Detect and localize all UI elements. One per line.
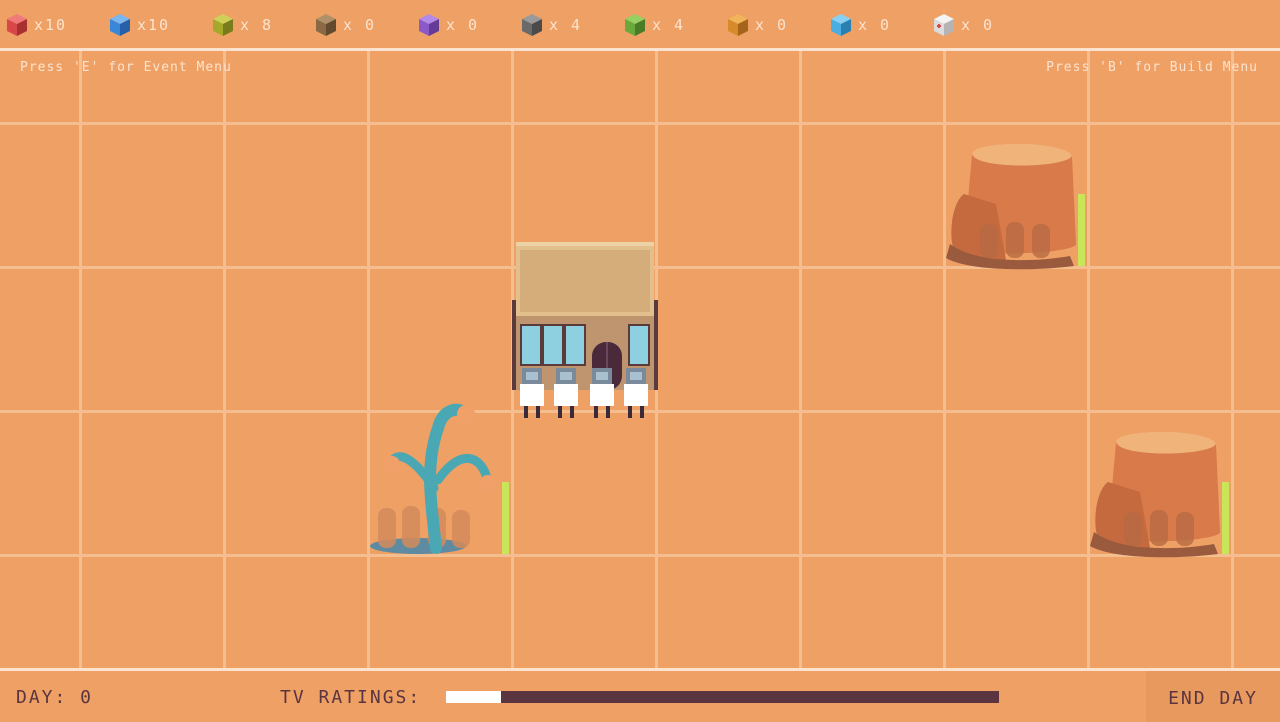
grid-line bbox=[367, 48, 370, 670]
resource-count: x 0 bbox=[858, 16, 892, 34]
brown-cube-icon bbox=[316, 14, 336, 36]
crew-member bbox=[520, 368, 544, 418]
resource-count: x 0 bbox=[343, 16, 377, 34]
resource-6: x 4 bbox=[624, 12, 685, 38]
resource-7: x 0 bbox=[727, 12, 788, 38]
tv-ratings-bar bbox=[446, 691, 999, 703]
grid-line bbox=[1231, 48, 1234, 670]
resource-3: x 0 bbox=[315, 12, 376, 38]
resource-bar: x10 x10 x 8 x 0 x 0 x 4 x 4 x 0 x 0 x 0 bbox=[0, 0, 1280, 51]
crew-member bbox=[554, 368, 578, 418]
green-cube-icon bbox=[625, 14, 645, 36]
resource-9: x 0 bbox=[933, 12, 994, 38]
rock-health-bar bbox=[1222, 482, 1229, 554]
resource-5: x 4 bbox=[521, 12, 582, 38]
rock-health-bar bbox=[1078, 194, 1085, 266]
blue-cube-icon bbox=[110, 14, 130, 36]
grid-line bbox=[1087, 48, 1090, 670]
resource-count: x10 bbox=[137, 16, 171, 34]
resource-count: x 4 bbox=[652, 16, 686, 34]
game-screen: x10 x10 x 8 x 0 x 0 x 4 x 4 x 0 x 0 x 0 … bbox=[0, 0, 1280, 722]
red-cube-icon bbox=[7, 14, 27, 36]
main-building[interactable] bbox=[512, 240, 660, 424]
cyan-cube-icon bbox=[831, 14, 851, 36]
resource-4: x 0 bbox=[418, 12, 479, 38]
orange-cube-icon bbox=[728, 14, 748, 36]
resource-8: x 0 bbox=[830, 12, 891, 38]
white-medkit-cube-icon bbox=[934, 14, 954, 36]
resource-1: x10 bbox=[109, 12, 170, 38]
grid-line bbox=[0, 122, 1280, 125]
resource-count: x 8 bbox=[240, 16, 274, 34]
resource-count: x 0 bbox=[446, 16, 480, 34]
event-menu-hint: Press 'E' for Event Menu bbox=[20, 60, 232, 75]
end-day-button[interactable]: END DAY bbox=[1146, 671, 1280, 722]
purple-cube-icon bbox=[419, 14, 439, 36]
olive-cube-icon bbox=[213, 14, 233, 36]
resource-count: x10 bbox=[34, 16, 68, 34]
resource-count: x 0 bbox=[961, 16, 995, 34]
gray-cube-icon bbox=[522, 14, 542, 36]
build-menu-hint: Press 'B' for Build Menu bbox=[1046, 60, 1258, 75]
tv-ratings-fill bbox=[446, 691, 502, 703]
tree-health-bar bbox=[502, 482, 509, 554]
grid-line bbox=[0, 554, 1280, 557]
alien-tree[interactable] bbox=[368, 398, 502, 560]
grid-line bbox=[223, 48, 226, 670]
resource-count: x 4 bbox=[549, 16, 583, 34]
resource-count: x 0 bbox=[755, 16, 789, 34]
resource-0: x10 bbox=[6, 12, 67, 38]
crew-member bbox=[624, 368, 648, 418]
day-counter: DAY: 0 bbox=[16, 687, 94, 708]
crew-member bbox=[590, 368, 614, 418]
rock-stump-bottom-right[interactable] bbox=[1090, 422, 1224, 564]
grid-line bbox=[799, 48, 802, 670]
grid-line bbox=[79, 48, 82, 670]
resource-2: x 8 bbox=[212, 12, 273, 38]
status-bar: DAY: 0 TV RATINGS: END DAY bbox=[0, 668, 1280, 722]
rock-stump-top-right[interactable] bbox=[946, 134, 1080, 276]
tv-ratings-label: TV RATINGS: bbox=[280, 687, 422, 708]
